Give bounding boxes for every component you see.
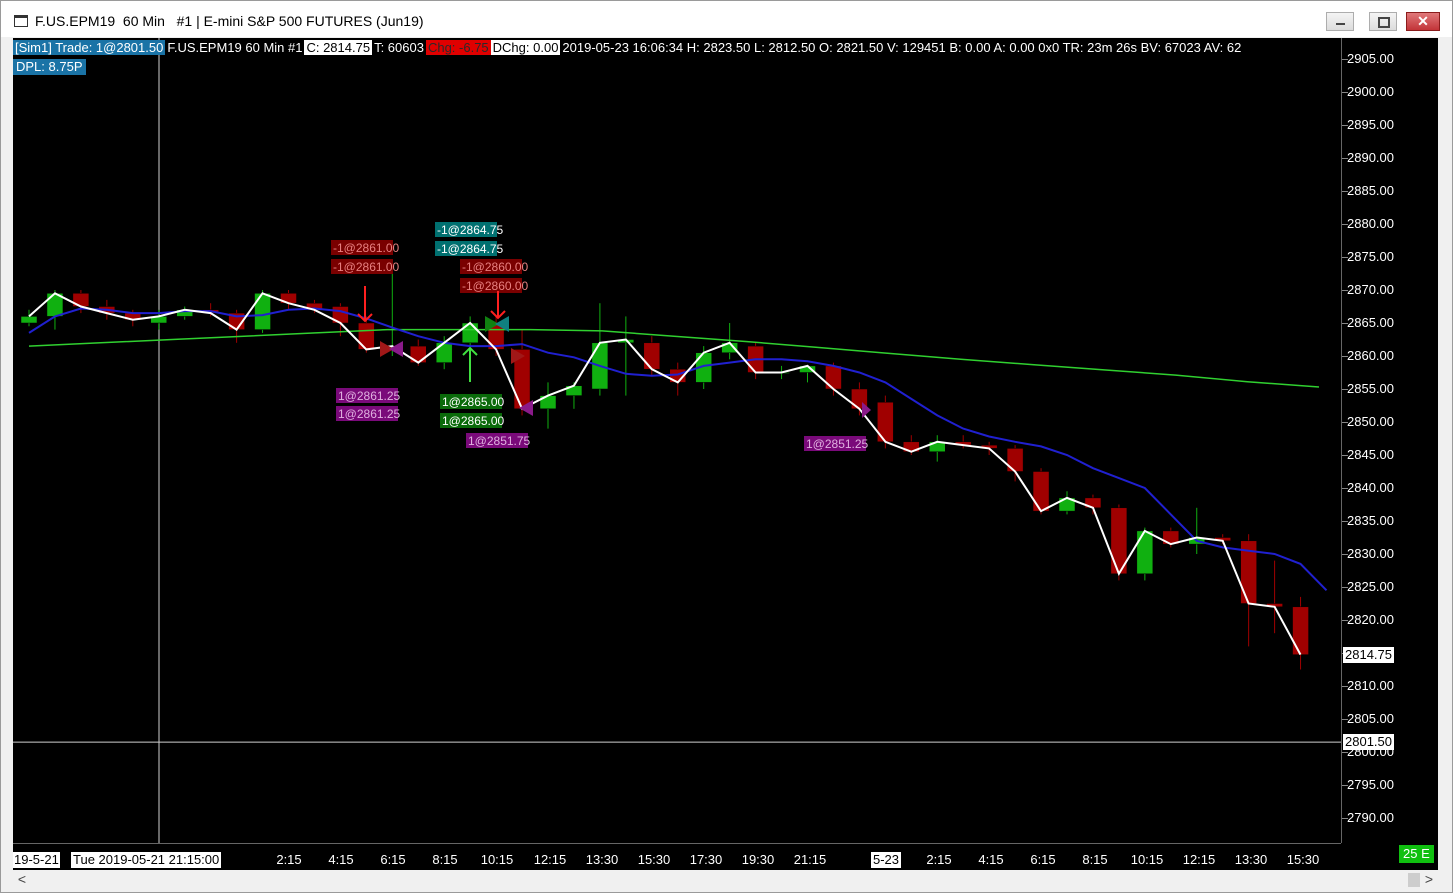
candle-body <box>1136 530 1154 575</box>
price-label: 2870.00 <box>1347 282 1394 297</box>
mid-moving-average-line <box>28 307 1328 592</box>
time-label: 10:15 <box>480 852 514 867</box>
time-label: 4:15 <box>978 852 1004 867</box>
tick-count-label: T: 60603 <box>374 40 424 55</box>
candle-body <box>1032 471 1050 512</box>
bar-stats-label: 2019-05-23 16:06:34 H: 2823.50 L: 2812.5… <box>562 40 1242 55</box>
price-plot[interactable]: -1@2861.00 -1@2861.00 -1@2864.75 -1@2864.75… <box>13 38 1341 843</box>
chart-area[interactable]: -1@2861.00 -1@2861.00 -1@2864.75 -1@2864.75… <box>13 38 1438 870</box>
candle-body <box>461 322 479 344</box>
dpl-label: DPL: 8.75P <box>13 59 86 75</box>
time-axis[interactable]: 19-5-21 Tue 2019-05-21 21:15:00 5-23 2:1… <box>13 843 1341 870</box>
time-label: 12:15 <box>1182 852 1216 867</box>
price-label: 2850.00 <box>1347 414 1394 429</box>
candle-body <box>1006 448 1024 472</box>
time-label: 17:30 <box>689 852 723 867</box>
candle-body <box>1292 606 1309 655</box>
order-tag-label: -1@2861.00 <box>333 260 400 274</box>
price-label: 2840.00 <box>1347 480 1394 495</box>
order-tag-label: 1@2865.00 <box>442 395 505 409</box>
price-label: 2810.00 <box>1347 678 1394 693</box>
price-label: 2905.00 <box>1347 51 1394 66</box>
time-label: 10:15 <box>1130 852 1164 867</box>
price-label: 2805.00 <box>1347 711 1394 726</box>
order-tag-label: 1@2851.75 <box>468 434 531 448</box>
time-label: 8:15 <box>432 852 458 867</box>
candle-body <box>643 342 661 370</box>
time-label: 8:15 <box>1082 852 1108 867</box>
order-tag-label: -1@2864.75 <box>437 223 504 237</box>
time-label: 13:30 <box>585 852 619 867</box>
price-label: 2820.00 <box>1347 612 1394 627</box>
price-label: 2790.00 <box>1347 810 1394 825</box>
price-label: 2880.00 <box>1347 216 1394 231</box>
order-tag-label: -1@2861.00 <box>333 241 400 255</box>
last-price-tag: 2814.75 <box>1343 646 1394 663</box>
cursor-time-label: Tue 2019-05-21 21:15:00 <box>71 852 222 868</box>
horizontal-scrollbar[interactable]: < > <box>13 871 1438 889</box>
scroll-thumb[interactable] <box>1408 873 1420 887</box>
buy-triangle-icon <box>389 341 403 357</box>
price-label: 2835.00 <box>1347 513 1394 528</box>
maximize-button[interactable] <box>1369 12 1397 31</box>
start-date-label: 19-5-21 <box>13 852 60 868</box>
price-label: 2845.00 <box>1347 447 1394 462</box>
time-label: 21:15 <box>793 852 827 867</box>
order-tag-label: 1@2865.00 <box>442 414 505 428</box>
time-label: 4:15 <box>328 852 354 867</box>
price-label: 2855.00 <box>1347 381 1394 396</box>
candle-body <box>435 342 453 363</box>
price-label: 2885.00 <box>1347 183 1394 198</box>
candle-body <box>20 316 38 324</box>
time-label: 6:15 <box>380 852 406 867</box>
time-label: 15:30 <box>1286 852 1320 867</box>
price-axis[interactable]: 2905.00 2900.00 2895.00 2890.00 2885.00 2880.… <box>1341 38 1438 843</box>
candle-body <box>825 365 842 390</box>
crosshair-price-tag: 2801.50 <box>1343 734 1394 751</box>
close-button[interactable]: ✕ <box>1406 12 1440 31</box>
time-label: 13:30 <box>1234 852 1268 867</box>
candle-body <box>358 322 375 350</box>
time-label: 2:15 <box>276 852 302 867</box>
close-icon: ✕ <box>1417 13 1429 29</box>
scroll-left-arrow-icon[interactable]: < <box>13 871 31 889</box>
time-label: 12:15 <box>533 852 567 867</box>
order-tag-label: -1@2860.00 <box>462 260 529 274</box>
order-tag-label: 1@2851.25 <box>806 437 869 451</box>
price-label: 2900.00 <box>1347 84 1394 99</box>
change-label: Chg: -6.75 <box>425 40 491 55</box>
scroll-right-arrow-icon[interactable]: > <box>1420 871 1438 889</box>
order-tag-label: 1@2861.25 <box>338 407 401 421</box>
order-tag-label: -1@2860.00 <box>462 279 529 293</box>
candle-body <box>254 293 271 330</box>
window-app-icon[interactable] <box>14 15 28 27</box>
price-label: 2875.00 <box>1347 249 1394 264</box>
title-bar[interactable]: F.US.EPM19 60 Min #1 | E-mini S&P 500 FU… <box>1 1 1452 37</box>
minimize-button[interactable] <box>1326 12 1354 31</box>
close-price-label: C: 2814.75 <box>304 40 373 55</box>
order-tag-label: 1@2861.25 <box>338 389 401 403</box>
price-label: 2895.00 <box>1347 117 1394 132</box>
time-label: 19:30 <box>741 852 775 867</box>
time-label: 6:15 <box>1030 852 1056 867</box>
daily-change-label: DChg: 0.00 <box>490 40 561 55</box>
day-marker-label: 5-23 <box>871 852 902 868</box>
price-label: 2825.00 <box>1347 579 1394 594</box>
symbol-label: F.US.EPM19 60 Min #1 <box>167 40 303 55</box>
window-title: F.US.EPM19 60 Min #1 | E-mini S&P 500 FU… <box>35 13 424 29</box>
price-label: 2860.00 <box>1347 348 1394 363</box>
bar-count-badge: 25 E <box>1399 845 1434 863</box>
time-label: 2:15 <box>926 852 952 867</box>
order-tag-label: -1@2864.75 <box>437 242 504 256</box>
price-label: 2865.00 <box>1347 315 1394 330</box>
price-label: 2890.00 <box>1347 150 1394 165</box>
time-label: 15:30 <box>637 852 671 867</box>
price-label: 2830.00 <box>1347 546 1394 561</box>
chart-window: F.US.EPM19 60 Min #1 | E-mini S&P 500 FU… <box>0 0 1453 893</box>
price-label: 2795.00 <box>1347 777 1394 792</box>
position-trade-label: [Sim1] Trade: 1@2801.50 <box>13 40 166 55</box>
chart-info-line: [Sim1] Trade: 1@2801.50 F.US.EPM19 60 Min… <box>13 40 1243 56</box>
